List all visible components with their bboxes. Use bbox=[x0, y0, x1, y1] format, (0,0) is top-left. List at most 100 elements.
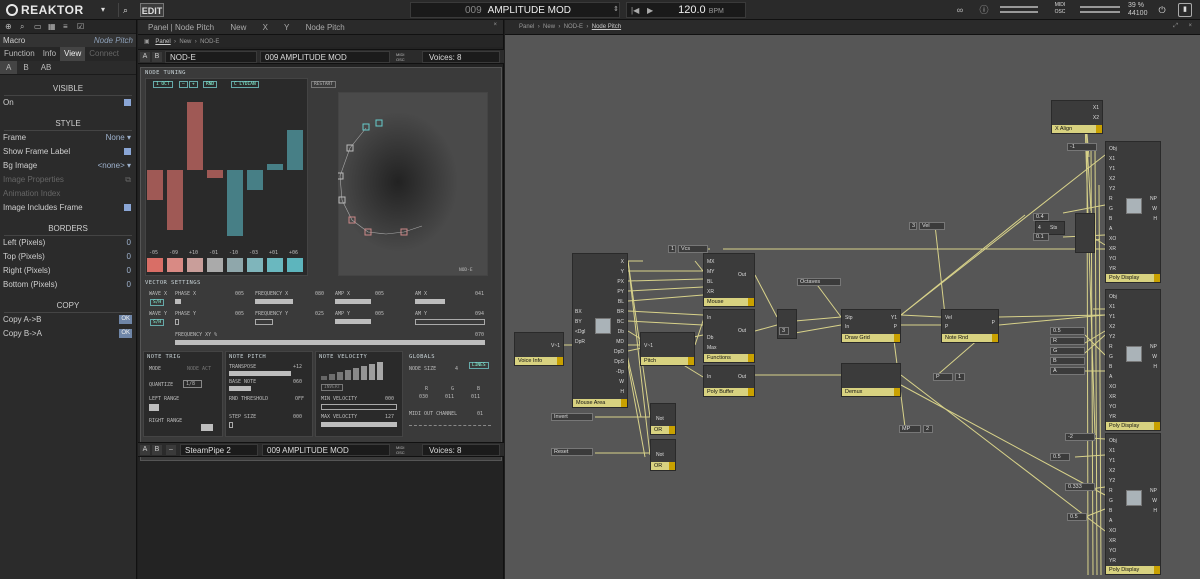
pd3-in-r[interactable]: R bbox=[1109, 488, 1113, 494]
minus-chip[interactable]: – bbox=[179, 81, 188, 88]
voice-info-out-port[interactable]: V~1 bbox=[551, 343, 560, 349]
pd2-in-g[interactable]: G bbox=[1109, 354, 1113, 360]
swatch-5[interactable] bbox=[227, 258, 243, 272]
subtab-a[interactable]: A bbox=[0, 61, 18, 74]
pd3-in-x2[interactable]: X2 bbox=[1109, 468, 1115, 474]
pd3-in-a[interactable]: A bbox=[1109, 518, 1112, 524]
draw-grid-out-p[interactable]: P bbox=[894, 324, 897, 330]
octaves-control[interactable]: Octaves bbox=[797, 278, 841, 286]
copy-b-to-a-button[interactable]: OK bbox=[119, 329, 132, 338]
invert-control[interactable]: Invert bbox=[551, 413, 593, 421]
draw-grid-out-y1[interactable]: Y1 bbox=[891, 315, 897, 321]
node-size-value[interactable]: 4 bbox=[455, 366, 458, 372]
lines-toggle[interactable]: LINES bbox=[469, 362, 489, 369]
pd1-in-yo[interactable]: YO bbox=[1109, 256, 1116, 262]
crumb-s-new[interactable]: New bbox=[543, 24, 555, 30]
mouse-out[interactable]: Out bbox=[738, 272, 746, 278]
note-rnd-out-p[interactable]: P bbox=[992, 320, 995, 326]
tuning-bar-2[interactable] bbox=[167, 170, 183, 230]
p-output[interactable]: P bbox=[933, 373, 953, 381]
mouse-in-xr[interactable]: XR bbox=[707, 289, 714, 295]
collapse-button[interactable]: – bbox=[166, 445, 176, 455]
frequency-x-slider[interactable] bbox=[255, 299, 293, 304]
channel-grid[interactable] bbox=[409, 425, 491, 431]
note-rnd-module[interactable]: Vel P P Note Rnd bbox=[941, 309, 999, 343]
crumb-s-node-pitch[interactable]: Node Pitch bbox=[592, 24, 621, 30]
pd1-in-obj[interactable]: Obj bbox=[1109, 146, 1117, 152]
const-2[interactable]: 2 bbox=[923, 425, 933, 433]
on-checkbox[interactable] bbox=[124, 99, 131, 106]
mouse-area-in-by[interactable]: BY bbox=[575, 319, 582, 325]
swatch-2[interactable] bbox=[167, 258, 183, 272]
g-input[interactable]: G bbox=[1050, 347, 1085, 355]
const-3b[interactable]: 3 bbox=[909, 222, 917, 230]
tab-view[interactable]: View bbox=[60, 47, 86, 61]
pd3-in-xr[interactable]: XR bbox=[1109, 538, 1116, 544]
pd3-out-w[interactable]: W bbox=[1152, 498, 1157, 504]
ni-logo-icon[interactable]: ▮ bbox=[1178, 3, 1192, 17]
tab-x[interactable]: X bbox=[263, 23, 268, 32]
phase-y-slider[interactable] bbox=[175, 319, 179, 325]
pd3-in-g[interactable]: G bbox=[1109, 498, 1113, 504]
mouse-area-out-h[interactable]: H bbox=[620, 389, 624, 395]
preset-arrows-icon[interactable]: ⇕ bbox=[612, 3, 620, 17]
tuning-bar-4[interactable] bbox=[207, 170, 223, 178]
tempo-display[interactable]: |◀ ▶ 120.0 BPM bbox=[626, 2, 746, 18]
const-1[interactable]: 1 bbox=[668, 245, 676, 253]
midi-out-channel-value[interactable]: 01 bbox=[477, 411, 483, 417]
subtab-b[interactable]: B bbox=[17, 61, 34, 74]
pd2-in-a[interactable]: A bbox=[1109, 374, 1112, 380]
const-minus-1[interactable]: -1 bbox=[1067, 143, 1097, 151]
pd2-in-r[interactable]: R bbox=[1109, 344, 1113, 350]
skip-back-icon[interactable]: |◀ bbox=[631, 3, 639, 18]
tuning-bars[interactable] bbox=[145, 90, 308, 270]
power-icon[interactable]: ⏻ bbox=[1156, 3, 1168, 17]
master-volume-slider-2[interactable] bbox=[1080, 11, 1120, 13]
instrument-preset-dropdown[interactable]: 009 AMPLITUDE MOD bbox=[260, 51, 390, 63]
mouse-module[interactable]: MX MY BL XR Out Mouse bbox=[703, 253, 755, 307]
mouse-area-out-dp[interactable]: -Dp bbox=[616, 369, 624, 375]
amp-y-slider[interactable] bbox=[335, 319, 371, 324]
mouse-area-out-py[interactable]: PY bbox=[617, 289, 624, 295]
tab-info[interactable]: Info bbox=[39, 47, 60, 61]
base-note-slider[interactable] bbox=[229, 386, 251, 391]
swatch-3[interactable] bbox=[187, 258, 203, 272]
preset-selector[interactable]: 009 AMPLITUDE MOD bbox=[410, 2, 620, 18]
wave-y-sh-chip[interactable]: S/H bbox=[150, 319, 165, 326]
mouse-area-out-db[interactable]: Db bbox=[618, 329, 624, 335]
pd1-out-h[interactable]: H bbox=[1153, 216, 1157, 222]
expand-icon[interactable]: ⤢ bbox=[1173, 23, 1178, 30]
pd1-in-xr[interactable]: XR bbox=[1109, 246, 1116, 252]
poly-display-module-1[interactable]: Obj X1 Y1 X2 Y2 R G B A XO XR YO YR NP W… bbox=[1105, 141, 1161, 283]
link-icon[interactable]: ∞ bbox=[952, 3, 968, 17]
rnd-chip[interactable]: RND bbox=[203, 81, 218, 88]
mouse-in-bl[interactable]: BL bbox=[707, 279, 713, 285]
poly-display-module-3[interactable]: Obj X1 Y1 X2 Y2 R G B A XO XR YO YR NP W… bbox=[1105, 433, 1161, 575]
octave-chip[interactable]: 1 OCT bbox=[153, 81, 173, 88]
crumb-node[interactable]: NOD-E bbox=[200, 39, 219, 45]
const-0-4[interactable]: 0.4 bbox=[1033, 213, 1049, 221]
swatch-4[interactable] bbox=[207, 258, 223, 272]
instrument-name-field-2[interactable]: SteamPipe 2 bbox=[180, 444, 258, 456]
play-icon[interactable]: ▶ bbox=[647, 3, 653, 18]
note-rnd-in-p[interactable]: P bbox=[945, 324, 948, 330]
mode-value[interactable]: NODE ACT bbox=[187, 366, 211, 372]
velocity-curve-bars[interactable] bbox=[321, 362, 385, 380]
b-input[interactable]: B bbox=[1050, 357, 1085, 365]
mouse-area-in-bx[interactable]: BX bbox=[575, 309, 582, 315]
tab-y[interactable]: Y bbox=[284, 23, 289, 32]
mouse-area-out-br[interactable]: BR bbox=[617, 309, 624, 315]
image-includes-frame-checkbox[interactable] bbox=[124, 204, 131, 211]
pd2-in-yr[interactable]: YR bbox=[1109, 414, 1116, 420]
pd2-in-b[interactable]: B bbox=[1109, 364, 1112, 370]
target-icon[interactable]: ⊕ bbox=[5, 22, 12, 31]
const-0-5c[interactable]: 0.5 bbox=[1067, 513, 1087, 521]
tab-panel-node-pitch[interactable]: Panel | Node Pitch bbox=[148, 23, 214, 32]
const-0-1[interactable]: 0.1 bbox=[1033, 233, 1049, 241]
pd1-in-b[interactable]: B bbox=[1109, 216, 1112, 222]
list-icon[interactable]: ≡ bbox=[63, 22, 68, 31]
show-frame-label-checkbox[interactable] bbox=[124, 148, 131, 155]
pd3-in-b[interactable]: B bbox=[1109, 508, 1112, 514]
search-small-icon[interactable]: ⌕ bbox=[20, 22, 24, 32]
draw-grid-module[interactable]: Stp In Y1 P Draw Grid bbox=[841, 309, 901, 343]
